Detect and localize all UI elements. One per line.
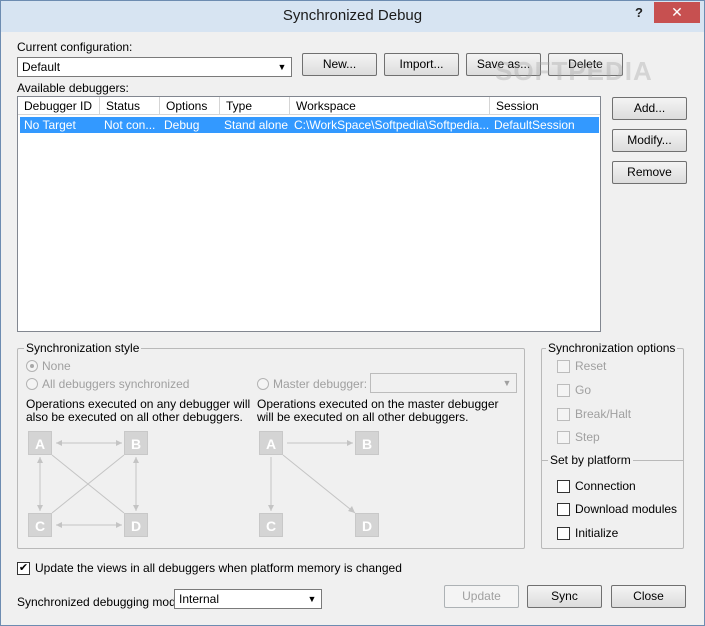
reset-checkbox[interactable] xyxy=(557,360,570,373)
column-debugger-id[interactable]: Debugger ID xyxy=(18,97,100,115)
update-views-checkbox[interactable]: ✔ xyxy=(17,562,30,575)
download-modules-label: Download modules xyxy=(575,502,678,516)
remove-button[interactable]: Remove xyxy=(612,161,687,184)
go-label: Go xyxy=(575,383,592,397)
synchronization-options-group: Synchronization options Reset Go Break/H… xyxy=(541,341,684,549)
chevron-down-icon[interactable]: ▼ xyxy=(274,59,290,75)
available-debuggers-label: Available debuggers: xyxy=(17,81,129,95)
column-type[interactable]: Type xyxy=(220,97,290,115)
node-c-right: C xyxy=(259,513,283,537)
column-session[interactable]: Session xyxy=(490,97,600,115)
debuggers-list[interactable]: Debugger ID Status Options Type Workspac… xyxy=(17,96,601,332)
table-row[interactable]: No Target Not con... Debug Stand alone C… xyxy=(20,117,599,133)
dialog-client: Current configuration: Default ▼ New... … xyxy=(8,32,697,619)
step-checkbox[interactable] xyxy=(557,431,570,444)
node-d-right: D xyxy=(355,513,379,537)
node-d-left: D xyxy=(124,513,148,537)
break-halt-checkbox[interactable] xyxy=(557,408,570,421)
cell-status: Not con... xyxy=(104,118,156,132)
synchronization-options-title: Synchronization options xyxy=(546,341,678,355)
cell-debugger-id: No Target xyxy=(24,118,76,132)
current-configuration-label: Current configuration: xyxy=(17,40,133,54)
column-options[interactable]: Options xyxy=(160,97,220,115)
go-checkbox[interactable] xyxy=(557,384,570,397)
dialog-window: Synchronized Debug ? ✕ Current configura… xyxy=(0,0,705,626)
cell-type: Stand alone xyxy=(224,118,289,132)
synchronization-style-group: Synchronization style None All debuggers… xyxy=(17,341,525,549)
set-by-platform-title: Set by platform xyxy=(548,453,633,467)
debugging-mode-value: Internal xyxy=(179,592,220,606)
softpedia-watermark: SOFTPEDIA xyxy=(495,56,653,86)
modify-button[interactable]: Modify... xyxy=(612,129,687,152)
node-a-right: A xyxy=(259,431,283,455)
import-button[interactable]: Import... xyxy=(384,53,459,76)
update-button[interactable]: Update xyxy=(444,585,519,608)
column-status[interactable]: Status xyxy=(100,97,160,115)
node-b-left: B xyxy=(124,431,148,455)
close-window-icon[interactable]: ✕ xyxy=(654,2,700,23)
cell-session: DefaultSession xyxy=(494,118,575,132)
cell-workspace: C:\WorkSpace\Softpedia\Softpedia.... xyxy=(294,118,490,132)
update-views-label: Update the views in all debuggers when p… xyxy=(35,561,402,575)
configuration-value: Default xyxy=(22,60,61,74)
connection-checkbox[interactable] xyxy=(557,480,570,493)
add-button[interactable]: Add... xyxy=(612,97,687,120)
list-header: Debugger ID Status Options Type Workspac… xyxy=(18,97,600,115)
help-icon[interactable]: ? xyxy=(627,3,651,23)
debugging-mode-combo[interactable]: Internal ▼ xyxy=(174,589,322,609)
break-halt-label: Break/Halt xyxy=(575,407,632,421)
node-c-left: C xyxy=(28,513,52,537)
window-title: Synchronized Debug xyxy=(282,7,423,24)
new-button[interactable]: New... xyxy=(302,53,377,76)
chevron-down-icon[interactable]: ▼ xyxy=(304,591,320,607)
debugging-mode-label: Synchronized debugging mode: xyxy=(17,595,186,609)
close-button[interactable]: Close xyxy=(611,585,686,608)
initialize-label: Initialize xyxy=(575,526,619,540)
configuration-combo[interactable]: Default ▼ xyxy=(17,57,292,77)
download-modules-checkbox[interactable] xyxy=(557,503,570,516)
cell-options: Debug xyxy=(164,118,200,132)
node-a-left: A xyxy=(28,431,52,455)
sync-button[interactable]: Sync xyxy=(527,585,602,608)
connection-label: Connection xyxy=(575,479,636,493)
node-b-right: B xyxy=(355,431,379,455)
initialize-checkbox[interactable] xyxy=(557,527,570,540)
title-bar: Synchronized Debug ? ✕ xyxy=(1,1,704,32)
step-label: Step xyxy=(575,430,600,444)
column-workspace[interactable]: Workspace xyxy=(290,97,490,115)
reset-label: Reset xyxy=(575,359,607,373)
